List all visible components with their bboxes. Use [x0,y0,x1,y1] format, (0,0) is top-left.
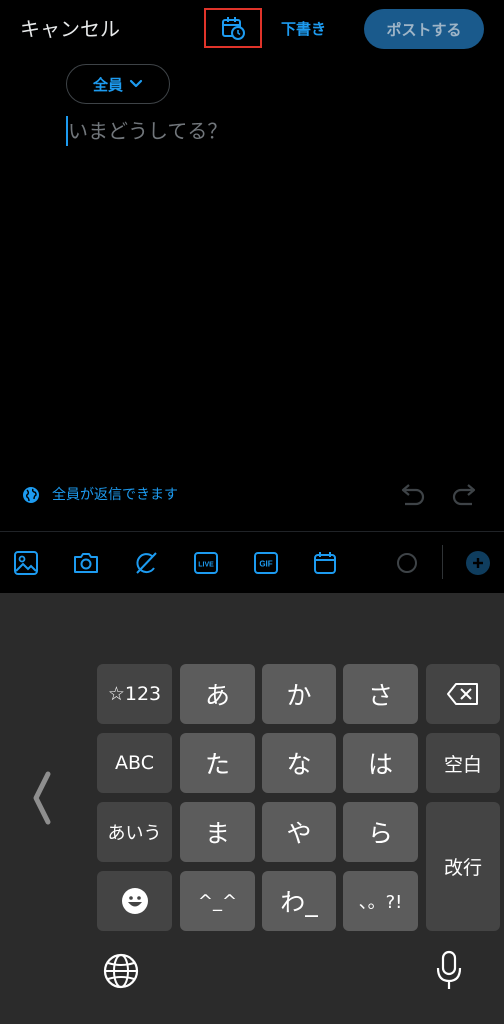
gif-button[interactable]: GIF [252,549,280,577]
audience-selector[interactable]: 全員 [66,64,170,104]
redo-icon[interactable] [450,481,480,509]
chevron-left-icon[interactable] [30,770,54,826]
enter-key[interactable]: 改行 [426,802,500,931]
key-ya[interactable]: や [262,802,336,862]
space-key[interactable]: 空白 [426,733,500,793]
gif-icon: GIF [254,552,278,574]
key-ha[interactable]: は [343,733,418,793]
key-kana-mode[interactable]: あいう [97,802,172,862]
key-numbers[interactable]: ☆123 [97,664,172,724]
camera-icon [74,553,98,573]
key-sa[interactable]: さ [343,664,418,724]
divider [0,531,504,532]
schedule-icon [314,552,336,574]
plus-icon [473,558,483,568]
svg-text:GIF: GIF [259,560,272,569]
character-count-ring [397,553,417,573]
drafts-button[interactable]: 下書き [281,17,326,41]
key-ka[interactable]: か [262,664,336,724]
key-na[interactable]: な [262,733,336,793]
cancel-button[interactable]: キャンセル [20,14,120,44]
globe-icon[interactable] [102,952,140,990]
undo-icon[interactable] [397,481,427,509]
key-punctuation[interactable]: 、。?! [343,871,418,931]
grok-icon [136,552,157,574]
post-button[interactable]: ポストする [364,9,484,49]
schedule-toolbar-button[interactable] [311,549,339,577]
reply-setting-button[interactable]: 全員が返信できます [22,484,178,506]
svg-text:LIVE: LIVE [198,562,214,569]
microphone-icon[interactable] [434,950,464,992]
key-wa[interactable]: わ_ [262,871,336,931]
key-ra[interactable]: ら [343,802,418,862]
camera-button[interactable] [72,549,100,577]
toolbar-separator [442,545,443,579]
key-a[interactable]: あ [180,664,255,724]
grok-button[interactable] [132,549,160,577]
image-button[interactable] [12,549,40,577]
image-icon [14,551,38,575]
chevron-down-icon [129,79,143,88]
calendar-clock-icon [222,17,245,40]
audience-label: 全員 [92,75,123,94]
key-abc[interactable]: ABC [97,733,172,793]
key-ma[interactable]: ま [180,802,255,862]
backspace-icon [447,683,478,705]
key-dakuten[interactable]: ^_^ [180,871,255,931]
key-ta[interactable]: た [180,733,255,793]
compose-input[interactable]: いまどうしてる？ [68,114,227,148]
live-icon: LIVE [194,552,218,574]
emoji-key[interactable] [97,871,172,931]
reply-setting-label: 全員が返信できます [52,487,178,503]
globe-icon [23,487,39,503]
emoji-icon [121,888,148,914]
add-post-button[interactable] [466,551,490,575]
backspace-key[interactable] [426,664,500,724]
live-button[interactable]: LIVE [192,549,220,577]
schedule-button[interactable] [204,8,262,48]
